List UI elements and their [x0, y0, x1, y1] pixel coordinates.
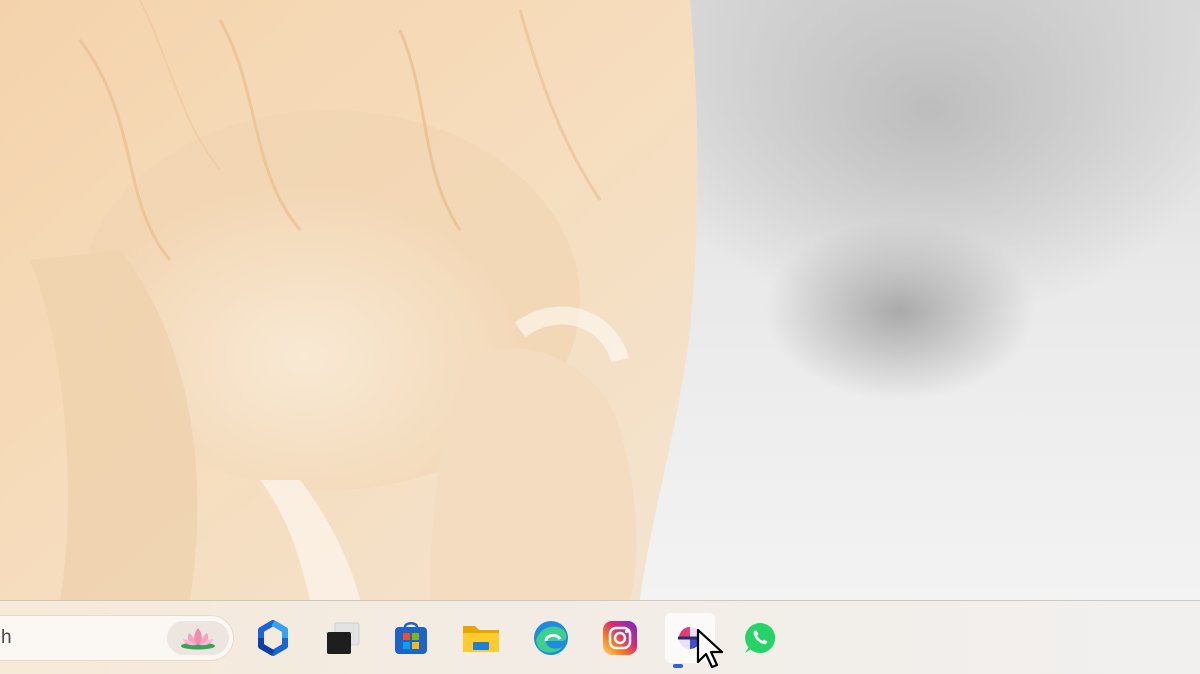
- whatsapp-icon: [745, 622, 776, 653]
- lotus-flower-icon: [181, 628, 215, 650]
- running-indicator: [673, 664, 683, 668]
- copilot-icon: [258, 620, 288, 656]
- taskbar: [0, 600, 1200, 674]
- search-highlight-button[interactable]: [167, 621, 229, 655]
- microsoft-store-button[interactable]: [386, 613, 436, 663]
- edge-icon: [534, 621, 568, 655]
- instagram-button[interactable]: [595, 613, 645, 663]
- whatsapp-button[interactable]: [735, 613, 785, 663]
- search-box[interactable]: [0, 615, 234, 661]
- file-explorer-button[interactable]: [456, 613, 506, 663]
- task-view-icon: [327, 622, 360, 654]
- search-input[interactable]: [1, 616, 151, 660]
- desktop-wallpaper: [0, 0, 1200, 600]
- folder-icon: [463, 626, 499, 652]
- app-icon: [678, 627, 702, 649]
- edge-button[interactable]: [526, 613, 576, 663]
- active-app-button[interactable]: [665, 613, 715, 668]
- instagram-icon: [603, 621, 637, 655]
- dog-fur-image: [0, 0, 698, 600]
- task-view-button[interactable]: [318, 613, 368, 663]
- copilot-button[interactable]: [248, 613, 298, 663]
- microsoft-store-icon: [395, 622, 427, 654]
